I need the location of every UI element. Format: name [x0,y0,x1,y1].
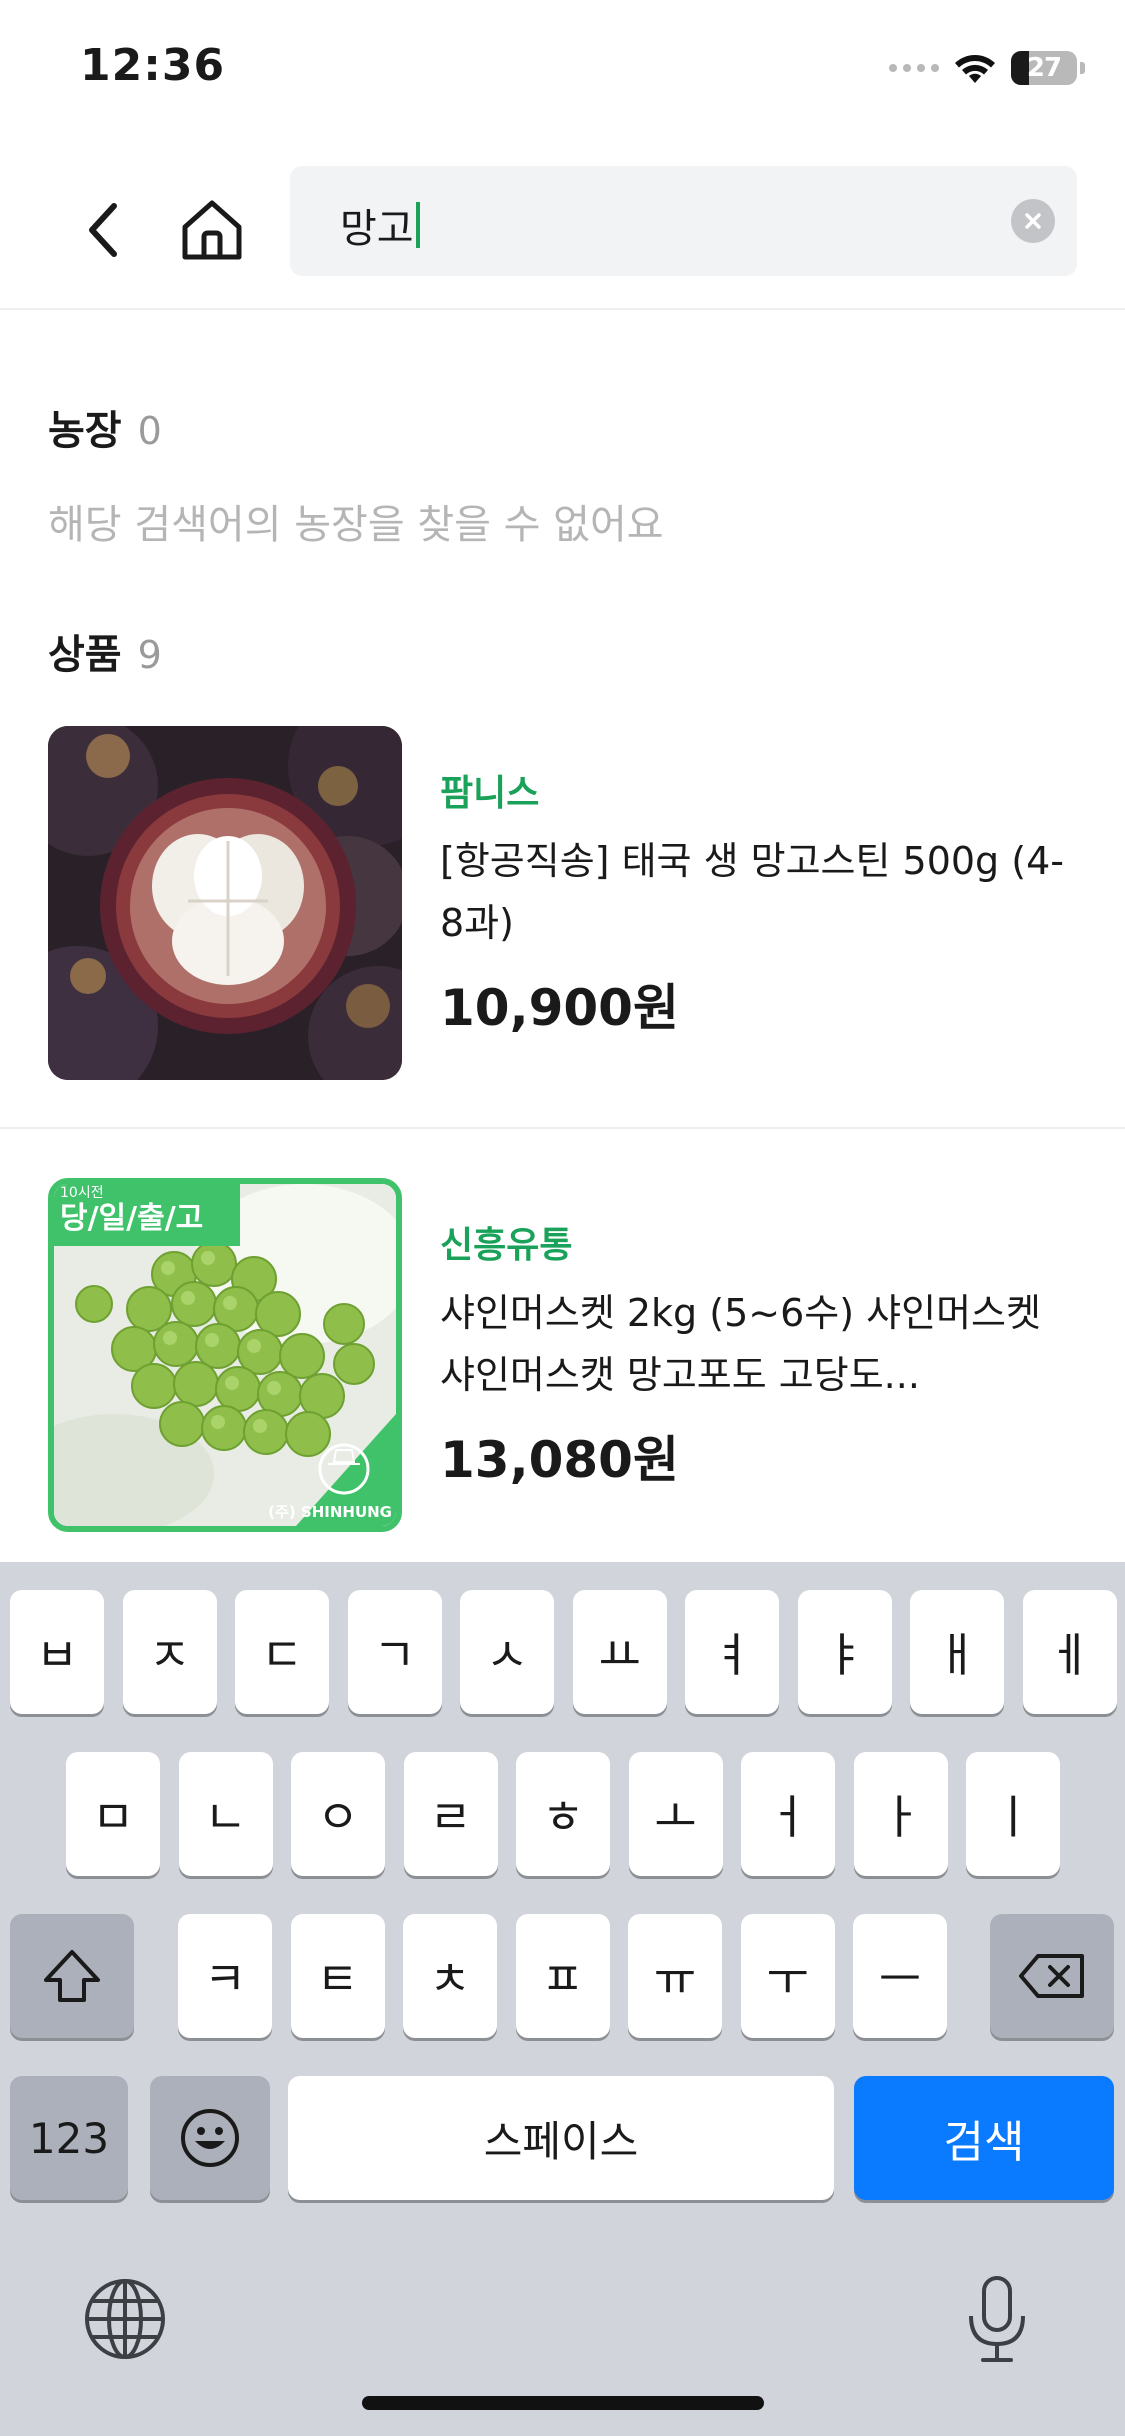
key-row2-2[interactable]: ㅇ [291,1752,385,1876]
farm-section-title: 농장 [48,408,122,454]
status-indicators: 27 [889,48,1085,88]
key-row3-4[interactable]: ㅠ [628,1914,722,2038]
farm-count: 0 [137,409,162,453]
key-row1-4[interactable]: ㅅ [460,1590,554,1714]
dictation-key[interactable] [952,2270,1042,2370]
delete-key[interactable] [990,1914,1114,2038]
product-price: 10,900원 [440,979,679,1037]
product-image [48,726,402,1080]
key-row3-0[interactable]: ㅋ [178,1914,272,2038]
wifi-icon [955,55,995,83]
space-key[interactable]: 스페이스 [288,2076,834,2200]
battery-icon: 27 [1011,51,1085,85]
key-row2-6[interactable]: ㅓ [741,1752,835,1876]
key-row1-0[interactable]: ㅂ [10,1590,104,1714]
globe-key[interactable] [80,2274,170,2364]
key-row1-5[interactable]: ㅛ [572,1590,667,1714]
home-indicator [362,2396,764,2410]
search-header: 망고 [0,140,1125,310]
key-row2-5[interactable]: ㅗ [628,1752,723,1876]
microphone-icon [969,2276,1025,2362]
key-row1-1[interactable]: ㅈ [122,1590,217,1714]
search-key[interactable]: 검색 [854,2076,1114,2200]
key-row1-9[interactable]: ㅔ [1022,1590,1117,1714]
key-row2-7[interactable]: ㅏ [853,1752,948,1876]
home-button[interactable] [176,190,248,270]
home-icon [182,200,242,260]
back-button[interactable] [70,190,134,270]
product-item-mangosteen[interactable]: 팜니스 [항공직송] 태국 생 망고스틴 500g (4-8과) 10,900원 [0,726,1125,1086]
search-input[interactable]: 망고 [290,166,1077,276]
close-icon [1025,213,1041,229]
brand-label: (주) SHINHUNG [268,1503,392,1521]
search-query-text: 망고 [340,206,414,252]
text-caret [415,202,420,248]
key-row2-8[interactable]: ㅣ [966,1752,1060,1876]
product-section-title: 상품 [48,632,122,678]
battery-percent: 27 [1026,53,1062,83]
key-row1-2[interactable]: ㄷ [235,1590,329,1714]
clear-search-button[interactable] [1011,199,1055,243]
status-bar: 12:36 27 [0,0,1125,140]
key-row2-3[interactable]: ㄹ [403,1752,498,1876]
same-day-ship-badge: 10시전 당/일/출/고 [60,1185,204,1236]
farm-empty-message: 해당 검색어의 농장을 찾을 수 없어요 [48,502,664,548]
keyboard: ㅂㅈㄷㄱㅅㅛㅕㅑㅐㅔ ㅁㄴㅇㄹㅎㅗㅓㅏㅣ ㅋㅌㅊㅍㅠㅜㅡ 123 스페이스 검색 [0,1562,1125,2436]
shift-arrow-icon [44,1950,100,2002]
product-image: 10시전 당/일/출/고 (주) SHINHUNG [48,1178,402,1532]
globe-icon [85,2279,165,2359]
backspace-icon [1019,1954,1084,1998]
key-row1-7[interactable]: ㅑ [797,1590,892,1714]
key-row3-5[interactable]: ㅜ [740,1914,835,2038]
key-row1-3[interactable]: ㄱ [347,1590,442,1714]
emoji-icon [181,2109,239,2167]
chevron-left-icon [89,203,117,257]
product-name: [항공직송] 태국 생 망고스틴 500g (4-8과) [440,839,1064,945]
product-seller: 신흥유통 [440,1225,573,1266]
key-row1-8[interactable]: ㅐ [910,1590,1004,1714]
product-name: 샤인머스켓 2kg (5~6수) 샤인머스켓 샤인머스캣 망고포도 고당도... [440,1291,1041,1397]
list-divider [0,1127,1125,1129]
numbers-key[interactable]: 123 [10,2076,128,2200]
key-row3-3[interactable]: ㅍ [515,1914,610,2038]
key-row2-1[interactable]: ㄴ [178,1752,273,1876]
emoji-key[interactable] [150,2076,270,2200]
key-row3-6[interactable]: ㅡ [853,1914,947,2038]
farm-section-header: 농장 0 [48,398,162,456]
product-price: 13,080원 [440,1431,679,1489]
product-item-shine-muscat[interactable]: 10시전 당/일/출/고 (주) SHINHUNG 신흥유통 샤인머스켓 2kg… [0,1178,1125,1538]
key-row2-0[interactable]: ㅁ [66,1752,160,1876]
key-row2-4[interactable]: ㅎ [516,1752,610,1876]
product-section-header: 상품 9 [48,622,162,680]
shift-key[interactable] [10,1914,134,2038]
product-count: 9 [137,633,162,677]
key-row3-1[interactable]: ㅌ [290,1914,385,2038]
key-row3-2[interactable]: ㅊ [403,1914,497,2038]
status-time: 12:36 [80,40,226,91]
key-row1-6[interactable]: ㅕ [685,1590,779,1714]
product-seller: 팜니스 [440,773,540,814]
cellular-signal-icon [889,64,939,72]
